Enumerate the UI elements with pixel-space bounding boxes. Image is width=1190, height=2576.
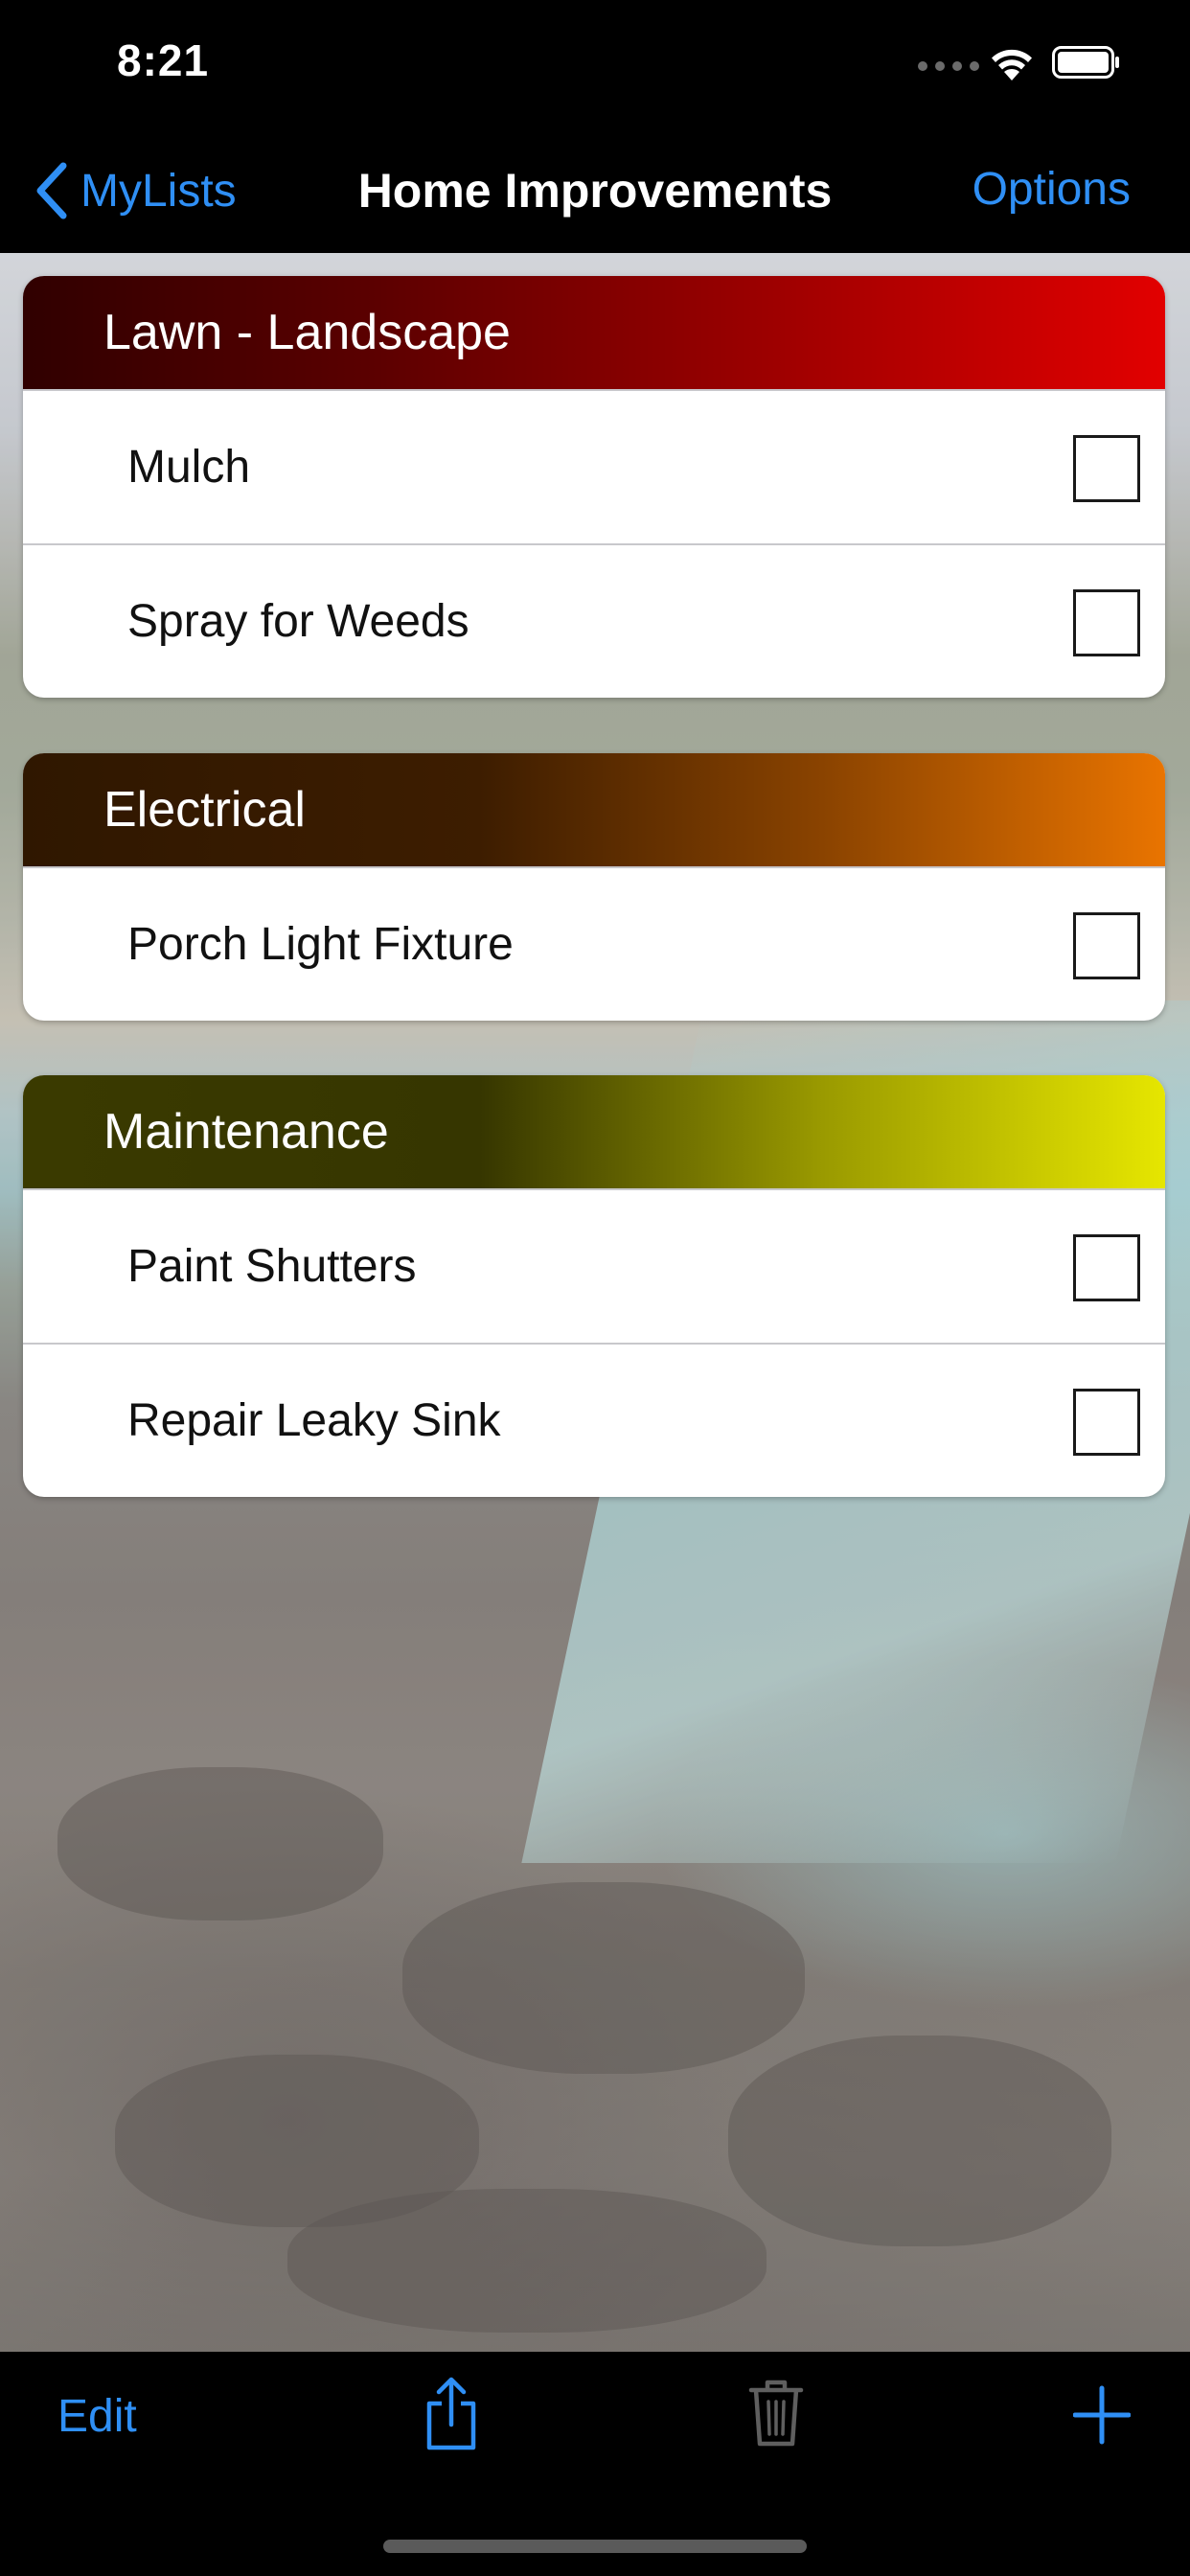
section-header[interactable]: Electrical xyxy=(23,753,1165,866)
background-rock xyxy=(728,2036,1111,2246)
wifi-icon xyxy=(992,49,1032,80)
options-button[interactable]: Options xyxy=(973,163,1131,216)
status-time: 8:21 xyxy=(117,35,210,85)
checkbox[interactable] xyxy=(1073,1389,1140,1456)
list-item[interactable]: Mulch xyxy=(23,389,1165,543)
checkbox[interactable] xyxy=(1073,912,1140,979)
checkbox[interactable] xyxy=(1073,435,1140,502)
home-indicator xyxy=(383,2540,807,2553)
navigation-bar: MyLists Home Improvements Options xyxy=(0,134,1190,253)
background-rock xyxy=(57,1767,383,1920)
list-item[interactable]: Porch Light Fixture xyxy=(23,866,1165,1021)
share-icon[interactable] xyxy=(422,2375,481,2451)
list-item-label: Porch Light Fixture xyxy=(127,919,514,970)
background-rock xyxy=(115,2055,479,2227)
list-item-label: Mulch xyxy=(127,442,251,493)
background-rock xyxy=(402,1882,805,2074)
section-card-maintenance: Maintenance Paint Shutters Repair Leaky … xyxy=(23,1075,1165,1497)
list-item-label: Paint Shutters xyxy=(127,1241,417,1292)
edit-button[interactable]: Edit xyxy=(57,2390,137,2443)
list-item-label: Repair Leaky Sink xyxy=(127,1395,501,1446)
cellular-signal-icon xyxy=(918,61,979,71)
list-item[interactable]: Spray for Weeds xyxy=(23,543,1165,698)
plus-icon[interactable] xyxy=(1073,2375,1131,2451)
checkbox[interactable] xyxy=(1073,1234,1140,1301)
section-card-electrical: Electrical Porch Light Fixture xyxy=(23,753,1165,1021)
background-rock xyxy=(287,2189,767,2333)
section-card-lawn-landscape: Lawn - Landscape Mulch Spray for Weeds xyxy=(23,276,1165,698)
section-header[interactable]: Maintenance xyxy=(23,1075,1165,1188)
list-item[interactable]: Paint Shutters xyxy=(23,1188,1165,1343)
status-bar: 8:21 xyxy=(0,0,1190,134)
list-item-label: Spray for Weeds xyxy=(127,596,469,647)
list-item[interactable]: Repair Leaky Sink xyxy=(23,1343,1165,1497)
battery-icon xyxy=(1052,46,1119,79)
checkbox[interactable] xyxy=(1073,589,1140,656)
section-header[interactable]: Lawn - Landscape xyxy=(23,276,1165,389)
trash-icon[interactable] xyxy=(747,2375,805,2448)
